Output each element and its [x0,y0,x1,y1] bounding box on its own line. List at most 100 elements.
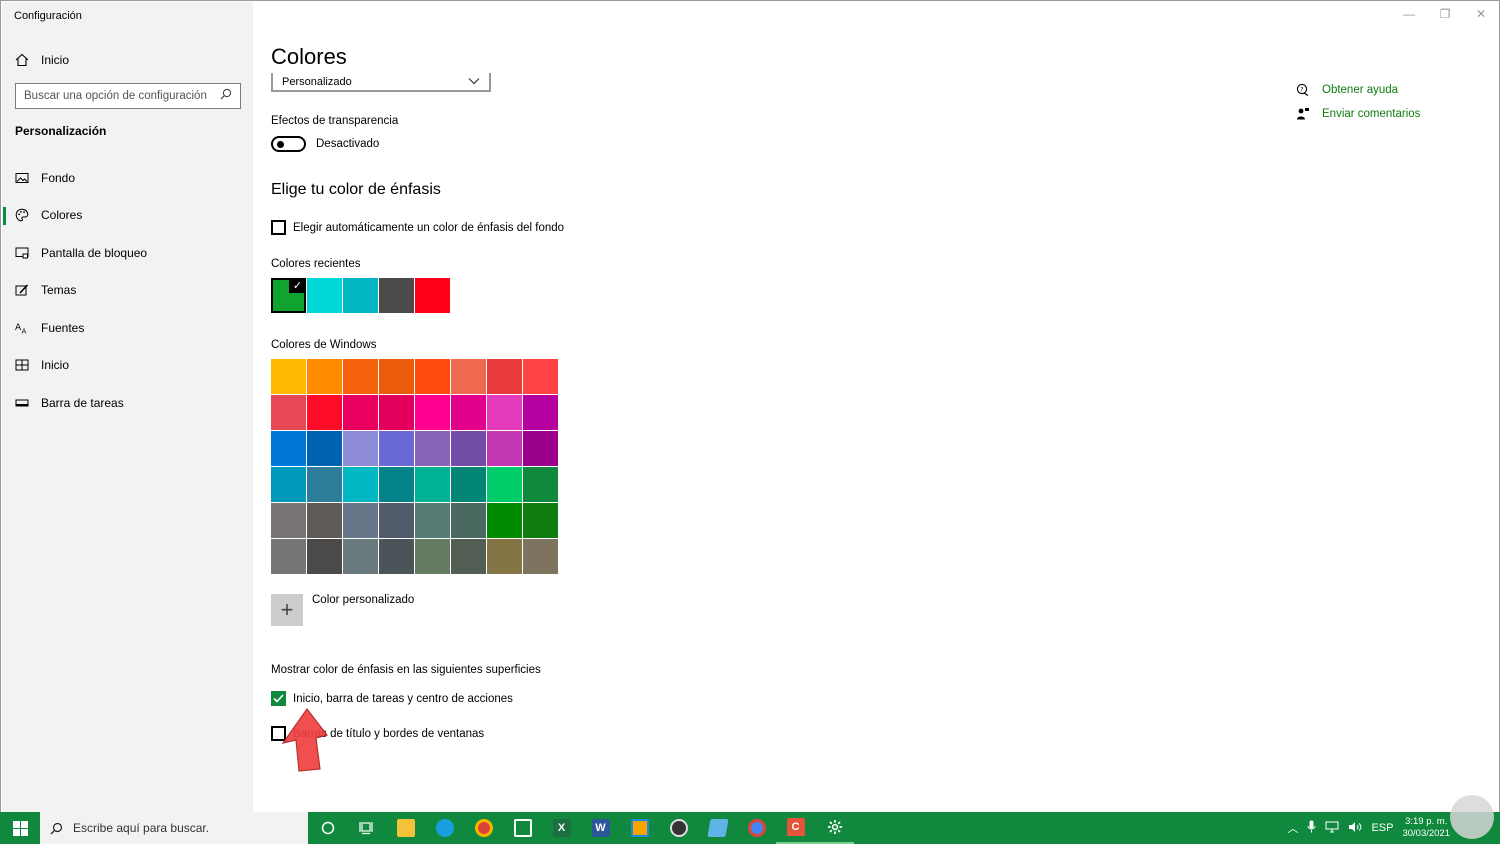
language-indicator[interactable]: ESP [1371,822,1393,834]
sidebar-item-fondo[interactable]: Fondo [2,159,253,197]
windows-color-swatch[interactable] [415,467,450,502]
windows-color-swatch[interactable] [379,359,414,394]
windows-color-swatch[interactable] [451,539,486,574]
windows-color-swatch[interactable] [523,395,558,430]
restore-button[interactable]: ❐ [1427,1,1463,27]
windows-color-swatch[interactable] [271,359,306,394]
recent-color-swatch[interactable] [379,278,414,313]
minimize-button[interactable]: — [1391,1,1427,27]
sidebar-item-barra-de-tareas[interactable]: Barra de tareas [2,384,253,422]
taskbar-app-edge[interactable] [425,812,464,844]
settings-search-input[interactable] [24,90,214,102]
windows-color-swatch[interactable] [415,431,450,466]
windows-color-swatch[interactable] [379,467,414,502]
custom-color-label: Color personalizado [312,594,415,606]
sidebar-item-fuentes[interactable]: AA Fuentes [2,309,253,347]
recent-color-swatch[interactable] [415,278,450,313]
recent-color-swatch[interactable]: ✓ [271,278,306,313]
windows-color-swatch[interactable] [271,503,306,538]
windows-color-swatch[interactable] [451,395,486,430]
start-button[interactable] [0,812,40,844]
windows-color-swatch[interactable] [307,467,342,502]
windows-color-swatch[interactable] [379,431,414,466]
windows-color-swatch[interactable] [523,467,558,502]
nav-home[interactable]: Inicio [15,50,69,70]
surface-start-checkbox[interactable] [271,691,286,706]
windows-color-swatch[interactable] [379,503,414,538]
get-help-link[interactable]: ? Obtener ayuda [1296,78,1420,102]
taskbar-app-recorder[interactable]: C [776,812,815,844]
recent-color-swatch[interactable] [343,278,378,313]
taskbar-app-notes[interactable] [698,812,737,844]
windows-color-swatch[interactable] [487,467,522,502]
close-button[interactable]: ✕ [1463,1,1499,27]
task-view-button[interactable] [347,812,386,844]
windows-color-swatch[interactable] [271,467,306,502]
windows-color-swatch[interactable] [343,431,378,466]
sidebar-item-temas[interactable]: Temas [2,272,253,310]
windows-color-swatch[interactable] [487,395,522,430]
windows-color-swatch[interactable] [307,539,342,574]
windows-color-swatch[interactable] [523,359,558,394]
windows-color-swatch[interactable] [487,359,522,394]
windows-color-swatch[interactable] [343,539,378,574]
windows-color-swatch[interactable] [379,539,414,574]
transparency-toggle[interactable] [271,136,306,152]
windows-color-swatch[interactable] [307,431,342,466]
volume-icon[interactable] [1348,821,1362,836]
sidebar-item-pantalla-de-bloqueo[interactable]: Pantalla de bloqueo [2,234,253,272]
windows-color-swatch[interactable] [415,395,450,430]
taskbar-app-media[interactable] [659,812,698,844]
send-feedback-link[interactable]: Enviar comentarios [1296,102,1420,126]
clock[interactable]: 3:19 p. m. 30/03/2021 [1402,816,1450,840]
windows-color-swatch[interactable] [451,359,486,394]
taskbar-app-word[interactable]: W [581,812,620,844]
auto-accent-row[interactable]: Elegir automáticamente un color de énfas… [271,220,564,235]
taskbar-search[interactable]: Escribe aquí para buscar. [40,812,308,844]
windows-color-swatch[interactable] [307,359,342,394]
windows-color-swatch[interactable] [307,503,342,538]
windows-color-swatch[interactable] [451,467,486,502]
windows-color-swatch[interactable] [415,539,450,574]
windows-color-swatch[interactable] [451,431,486,466]
windows-color-swatch[interactable] [451,503,486,538]
auto-accent-checkbox[interactable] [271,220,286,235]
windows-color-swatch[interactable] [415,503,450,538]
settings-search[interactable] [15,83,241,109]
windows-color-swatch[interactable] [523,431,558,466]
windows-color-swatch[interactable] [523,539,558,574]
windows-color-swatch[interactable] [487,539,522,574]
sidebar-item-inicio[interactable]: Inicio [2,347,253,385]
taskbar-app-excel[interactable]: X [542,812,581,844]
taskbar-app-camtasia[interactable] [503,812,542,844]
windows-color-swatch[interactable] [343,503,378,538]
windows-color-swatch[interactable] [271,431,306,466]
windows-color-swatch[interactable] [307,395,342,430]
windows-color-swatch[interactable] [343,467,378,502]
windows-color-swatch[interactable] [523,503,558,538]
custom-color-button[interactable]: + Color personalizado [271,594,414,626]
taskbar-app-settings[interactable] [815,812,854,844]
cortana-button[interactable] [308,812,347,844]
color-mode-dropdown[interactable]: Personalizado [271,73,491,92]
windows-color-swatch[interactable] [487,431,522,466]
windows-color-swatch[interactable] [271,395,306,430]
windows-color-swatch[interactable] [343,395,378,430]
search-icon[interactable] [220,87,232,105]
taskbar-app-snip[interactable] [620,812,659,844]
app-title: Configuración [14,10,82,22]
windows-color-swatch[interactable] [271,539,306,574]
network-icon[interactable] [1325,821,1339,836]
windows-color-swatch[interactable] [487,503,522,538]
windows-color-swatch[interactable] [415,359,450,394]
taskbar-app-chrome[interactable] [464,812,503,844]
taskbar-app-chrome-profile[interactable] [737,812,776,844]
taskbar-app-explorer[interactable] [386,812,425,844]
microphone-icon[interactable] [1307,820,1316,836]
surface-start-row[interactable]: Inicio, barra de tareas y centro de acci… [271,691,513,706]
windows-color-swatch[interactable] [379,395,414,430]
chevron-up-icon[interactable]: ︿ [1287,820,1298,836]
windows-color-swatch[interactable] [343,359,378,394]
sidebar-item-colores[interactable]: Colores [2,197,253,235]
recent-color-swatch[interactable] [307,278,342,313]
